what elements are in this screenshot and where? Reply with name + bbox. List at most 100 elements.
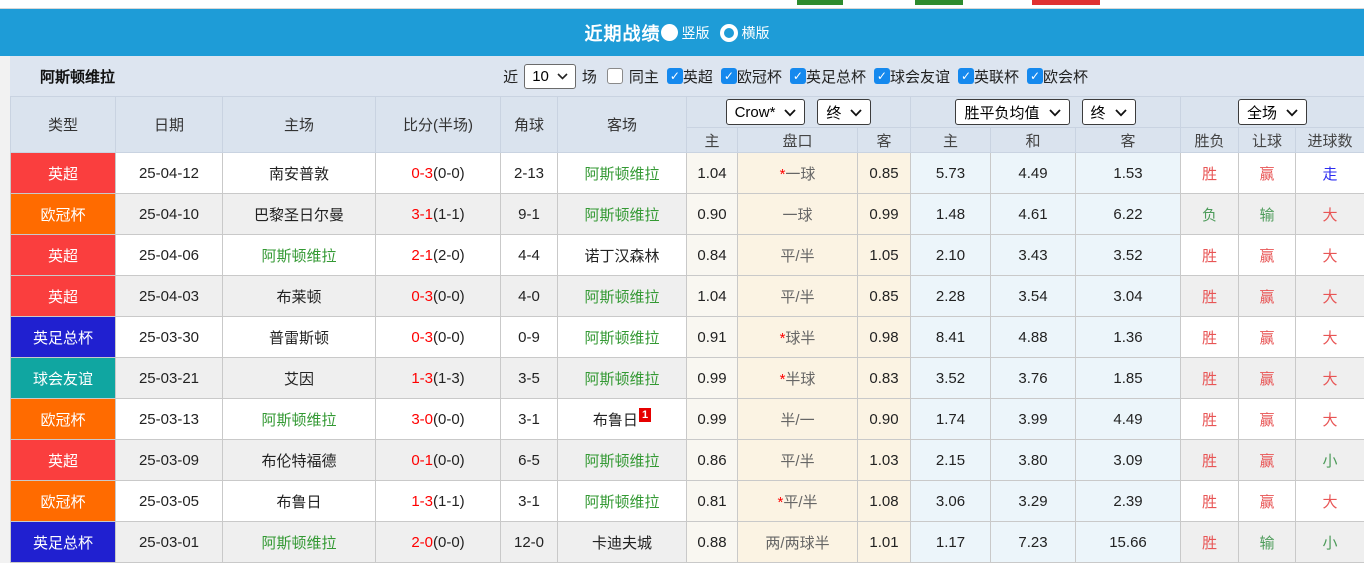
cell-avg-draw: 4.88: [991, 317, 1076, 358]
away-team-text: 布鲁日: [593, 412, 638, 429]
league-checkbox-英足总杯[interactable]: ✓: [790, 68, 806, 84]
avg-stage-select[interactable]: 终: [1082, 99, 1136, 125]
cell-handicap: 平/半: [738, 235, 858, 276]
score-halftime: (0-0): [433, 452, 465, 469]
col-header-odds-away: 客: [858, 128, 911, 153]
cell-odds-away: 1.03: [858, 440, 911, 481]
cell-goals-result: 大: [1296, 235, 1364, 276]
cell-date: 25-04-10: [116, 194, 223, 235]
col-header-corner: 角球: [501, 97, 558, 153]
match-row: 英超25-04-06阿斯顿维拉2-1(2-0)4-4诺丁汉森林0.84平/半1.…: [11, 235, 1364, 276]
match-row: 英超25-04-03布莱顿0-3(0-0)4-0阿斯顿维拉1.04平/半0.85…: [11, 276, 1364, 317]
cell-avg-away: 3.04: [1076, 276, 1181, 317]
score-halftime: (1-1): [433, 493, 465, 510]
cell-score: 1-3(1-1): [376, 481, 501, 522]
league-checkbox-英联杯[interactable]: ✓: [958, 68, 974, 84]
radio-vertical-layout[interactable]: [661, 24, 678, 41]
cell-away-team: 阿斯顿维拉: [558, 358, 687, 399]
cell-avg-draw: 4.49: [991, 153, 1076, 194]
cell-league-type: 英超: [11, 440, 116, 481]
cell-avg-home: 1.74: [911, 399, 991, 440]
cell-odds-home: 0.81: [687, 481, 738, 522]
cell-odds-away: 0.85: [858, 153, 911, 194]
odds-stage-select[interactable]: 终: [817, 99, 871, 125]
recent-count-select[interactable]: 10: [524, 64, 576, 89]
cell-avg-away: 1.85: [1076, 358, 1181, 399]
score-fulltime: 2-0: [411, 534, 433, 551]
cell-handicap: 一球: [738, 194, 858, 235]
cell-result: 胜: [1181, 276, 1239, 317]
score-fulltime: 0-3: [411, 288, 433, 305]
league-checkbox-欧冠杯[interactable]: ✓: [721, 68, 737, 84]
cell-goals-result: 大: [1296, 399, 1364, 440]
cell-result: 胜: [1181, 153, 1239, 194]
avg-type-select[interactable]: 胜平负均值: [955, 99, 1069, 125]
cell-score: 2-1(2-0): [376, 235, 501, 276]
col-header-date: 日期: [116, 97, 223, 153]
cell-date: 25-03-13: [116, 399, 223, 440]
cell-odds-home: 0.99: [687, 358, 738, 399]
match-row: 欧冠杯25-03-13阿斯顿维拉3-0(0-0)3-1布鲁日10.99半/一0.…: [11, 399, 1364, 440]
top-strip: [0, 0, 1364, 9]
away-team-text: 阿斯顿维拉: [584, 494, 659, 511]
cell-corners: 3-1: [501, 399, 558, 440]
cell-avg-home: 8.41: [911, 317, 991, 358]
score-halftime: (2-0): [433, 247, 465, 264]
league-label: 英超: [683, 66, 713, 87]
league-checkbox-英超[interactable]: ✓: [667, 68, 683, 84]
col-header-avg-draw: 和: [991, 128, 1076, 153]
col-header-avg-home: 主: [911, 128, 991, 153]
league-label: 球会友谊: [890, 66, 950, 87]
cell-handicap-result: 赢: [1239, 481, 1296, 522]
cell-avg-draw: 3.54: [991, 276, 1076, 317]
cell-home-team: 阿斯顿维拉: [223, 522, 376, 563]
score-halftime: (0-0): [433, 411, 465, 428]
odds-company-select[interactable]: Crow*: [726, 99, 806, 125]
radio-horizontal-layout[interactable]: [720, 24, 738, 42]
cell-odds-away: 0.85: [858, 276, 911, 317]
radio-vertical-label[interactable]: 竖版: [682, 23, 710, 43]
col-header-goals: 进球数: [1296, 128, 1364, 153]
cell-handicap-result: 赢: [1239, 276, 1296, 317]
cell-handicap-result: 赢: [1239, 235, 1296, 276]
same-home-checkbox[interactable]: [607, 68, 623, 84]
cell-odds-away: 1.08: [858, 481, 911, 522]
cell-goals-result: 大: [1296, 276, 1364, 317]
league-filter-list: ✓英超✓欧冠杯✓英足总杯✓球会友谊✓英联杯✓欧会杯: [659, 66, 1088, 87]
cell-avg-away: 2.39: [1076, 481, 1181, 522]
col-header-score: 比分(半场): [376, 97, 501, 153]
radio-horizontal-label[interactable]: 横版: [742, 23, 770, 43]
league-label: 英足总杯: [806, 66, 866, 87]
panel-title: 近期战绩: [585, 20, 661, 46]
away-team-text: 阿斯顿维拉: [584, 289, 659, 306]
cell-home-team: 艾因: [223, 358, 376, 399]
cell-handicap: *球半: [738, 317, 858, 358]
top-strip-bar: [915, 0, 963, 5]
cell-date: 25-03-30: [116, 317, 223, 358]
cell-avg-home: 2.28: [911, 276, 991, 317]
score-halftime: (0-0): [433, 165, 465, 182]
cell-date: 25-03-05: [116, 481, 223, 522]
cell-home-team: 布莱顿: [223, 276, 376, 317]
cell-avg-away: 15.66: [1076, 522, 1181, 563]
col-header-away: 客场: [558, 97, 687, 153]
chevron-down-icon: [1115, 104, 1127, 121]
cell-goals-result: 大: [1296, 358, 1364, 399]
cell-goals-result: 小: [1296, 522, 1364, 563]
cell-corners: 9-1: [501, 194, 558, 235]
score-halftime: (0-0): [433, 534, 465, 551]
away-team-text: 阿斯顿维拉: [584, 207, 659, 224]
cell-avg-home: 5.73: [911, 153, 991, 194]
chevron-down-icon: [784, 104, 796, 121]
cell-handicap-result: 赢: [1239, 153, 1296, 194]
match-row: 欧冠杯25-03-05布鲁日1-3(1-1)3-1阿斯顿维拉0.81*平/半1.…: [11, 481, 1364, 522]
score-fulltime: 2-1: [411, 247, 433, 264]
league-checkbox-欧会杯[interactable]: ✓: [1027, 68, 1043, 84]
recent-label: 近: [503, 66, 518, 87]
scope-select[interactable]: 全场: [1238, 99, 1307, 125]
cell-away-team: 阿斯顿维拉: [558, 440, 687, 481]
cell-date: 25-04-12: [116, 153, 223, 194]
cell-avg-away: 1.53: [1076, 153, 1181, 194]
cell-odds-home: 0.90: [687, 194, 738, 235]
league-checkbox-球会友谊[interactable]: ✓: [874, 68, 890, 84]
